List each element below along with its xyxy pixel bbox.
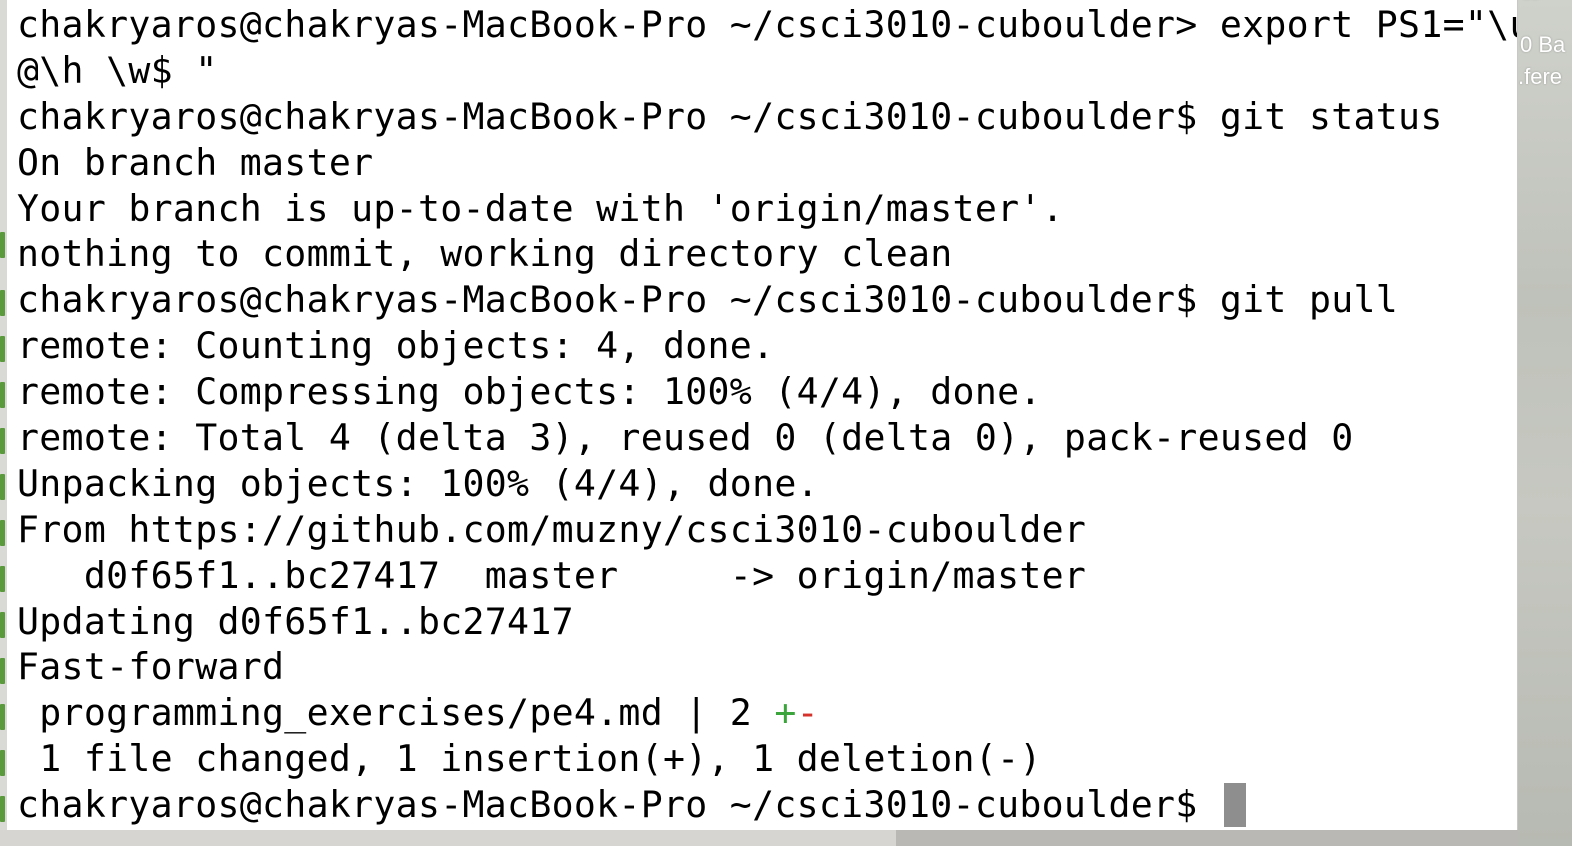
desktop-background: LD 0 Ba .fere — [1518, 0, 1572, 846]
desktop-icon-label-1[interactable]: 0 Ba — [1520, 32, 1565, 58]
line-text: remote: Total 4 (delta 3), reused 0 (del… — [17, 416, 1354, 460]
background-window-edge — [0, 0, 7, 830]
status-marker — [0, 428, 5, 454]
line-text: Unpacking objects: 100% (4/4), done. — [17, 461, 819, 505]
diff-plus: + — [774, 691, 797, 735]
line-text: On branch master — [17, 140, 374, 184]
line-text: programming_exercises/pe4.md | 2 — [17, 691, 775, 735]
terminal-line: Updating d0f65f1..bc27417 — [17, 599, 1517, 645]
line-text: remote: Counting objects: 4, done. — [17, 324, 775, 368]
status-marker — [0, 336, 5, 362]
line-text: nothing to commit, working directory cle… — [17, 232, 953, 276]
terminal-line: Unpacking objects: 100% (4/4), done. — [17, 461, 1517, 507]
terminal-line: Your branch is up-to-date with 'origin/m… — [17, 186, 1517, 232]
terminal-prompt-line[interactable]: chakryaros@chakryas-MacBook-Pro ~/csci30… — [17, 782, 1517, 828]
line-text: Your branch is up-to-date with 'origin/m… — [17, 186, 1064, 230]
status-marker — [0, 612, 5, 638]
terminal-output: chakryaros@chakryas-MacBook-Pro ~/csci30… — [17, 2, 1517, 828]
terminal-line: nothing to commit, working directory cle… — [17, 231, 1517, 277]
line-text: remote: Compressing objects: 100% (4/4),… — [17, 370, 1042, 414]
line-text: Updating d0f65f1..bc27417 — [17, 599, 574, 643]
status-marker — [0, 750, 5, 776]
background-window-bottom — [0, 830, 1518, 846]
background-window-bottom-dark — [896, 830, 1518, 846]
status-marker — [0, 566, 5, 592]
line-text: @\h \w$ " — [17, 48, 218, 92]
terminal-line: @\h \w$ " — [17, 48, 1517, 94]
line-text: From https://github.com/muzny/csci3010-c… — [17, 507, 1087, 551]
diff-minus: - — [796, 691, 819, 735]
status-marker — [0, 658, 5, 684]
desktop-label-top: LD — [1522, 0, 1542, 4]
line-text: chakryaros@chakryas-MacBook-Pro ~/csci30… — [17, 278, 1399, 322]
line-text: 1 file changed, 1 insertion(+), 1 deleti… — [17, 737, 1042, 781]
prompt-text: chakryaros@chakryas-MacBook-Pro ~/csci30… — [17, 783, 1220, 827]
text-cursor — [1223, 783, 1246, 828]
status-marker — [0, 290, 5, 316]
terminal-line: d0f65f1..bc27417 master -> origin/master — [17, 553, 1517, 599]
status-marker — [0, 520, 5, 546]
line-text: chakryaros@chakryas-MacBook-Pro ~/csci30… — [17, 94, 1443, 138]
terminal-line: programming_exercises/pe4.md | 2 +- — [17, 690, 1517, 736]
terminal-line: remote: Counting objects: 4, done. — [17, 323, 1517, 369]
terminal-line: remote: Compressing objects: 100% (4/4),… — [17, 369, 1517, 415]
terminal-line: remote: Total 4 (delta 3), reused 0 (del… — [17, 415, 1517, 461]
terminal-line: On branch master — [17, 140, 1517, 186]
line-text: Fast-forward — [17, 645, 285, 689]
desktop-icon-label-2[interactable]: .fere — [1518, 64, 1562, 90]
status-marker — [0, 232, 5, 258]
status-marker — [0, 382, 5, 408]
terminal-window[interactable]: chakryaros@chakryas-MacBook-Pro ~/csci30… — [7, 0, 1517, 830]
terminal-line: chakryaros@chakryas-MacBook-Pro ~/csci30… — [17, 277, 1517, 323]
terminal-line: 1 file changed, 1 insertion(+), 1 deleti… — [17, 736, 1517, 782]
terminal-line: Fast-forward — [17, 644, 1517, 690]
terminal-line: From https://github.com/muzny/csci3010-c… — [17, 507, 1517, 553]
line-text: chakryaros@chakryas-MacBook-Pro ~/csci30… — [17, 3, 1517, 46]
line-text: d0f65f1..bc27417 master -> origin/master — [17, 553, 1087, 597]
terminal-line: chakryaros@chakryas-MacBook-Pro ~/csci30… — [17, 94, 1517, 140]
status-marker — [0, 474, 5, 500]
status-marker — [0, 704, 5, 730]
terminal-line: chakryaros@chakryas-MacBook-Pro ~/csci30… — [17, 2, 1517, 48]
status-marker — [0, 796, 5, 822]
